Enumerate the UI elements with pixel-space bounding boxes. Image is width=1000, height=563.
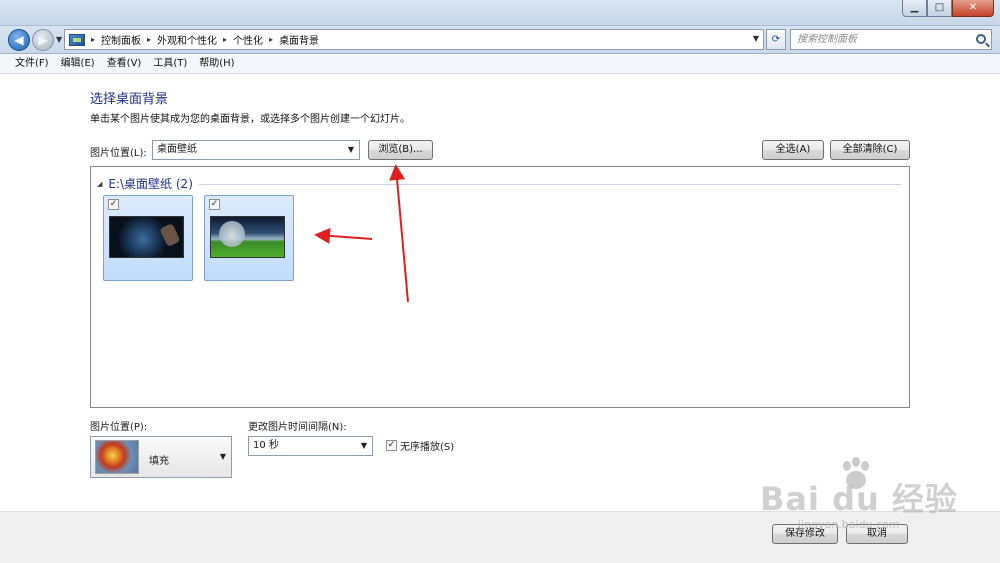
interval-value: 10 秒 (253, 440, 279, 451)
breadcrumb-appearance[interactable]: 外观和个性化 (157, 32, 217, 47)
select-all-button[interactable]: 全选(A) (762, 140, 824, 160)
picture-position-dropdown[interactable]: 填充 ▼ (90, 436, 232, 478)
thumbnail-checkbox[interactable]: ✓ (108, 199, 119, 210)
chevron-down-icon: ▼ (360, 441, 367, 450)
navigation-bar: ◀ ▶ ▼ ▸ 控制面板 ▸ 外观和个性化 ▸ 个性化 ▸ 桌面背景 ▼ ⟳ (0, 26, 1000, 54)
search-icon[interactable] (976, 34, 986, 44)
title-bar: ▁ □ ✕ (0, 0, 1000, 26)
chevron-right-icon[interactable]: ▸ (91, 35, 95, 44)
address-bar[interactable]: ▸ 控制面板 ▸ 外观和个性化 ▸ 个性化 ▸ 桌面背景 ▼ (64, 29, 764, 50)
control-panel-icon (69, 33, 85, 46)
search-input[interactable] (791, 30, 966, 49)
chevron-down-icon: ▼ (219, 452, 226, 461)
refresh-button[interactable]: ⟳ (766, 29, 786, 50)
chevron-right-icon[interactable]: ▸ (269, 35, 273, 44)
main-content: 选择桌面背景 单击某个图片使其成为您的桌面背景，或选择多个图片创建一个幻灯片。 … (0, 74, 1000, 511)
menu-view[interactable]: 查看(V) (101, 54, 148, 73)
thumbnail-checkbox[interactable]: ✓ (209, 199, 220, 210)
picture-position-label: 图片位置(P): (90, 422, 148, 433)
back-button[interactable]: ◀ (8, 29, 30, 51)
baidu-watermark: Bai du 经验 jingyan.baidu.com (760, 456, 960, 546)
interval-dropdown[interactable]: 10 秒 ▼ (248, 436, 373, 456)
menu-file[interactable]: 文件(F) (9, 54, 55, 73)
chevron-right-icon[interactable]: ▸ (223, 35, 227, 44)
clear-all-button[interactable]: 全部清除(C) (830, 140, 910, 160)
picture-location-value: 桌面壁纸 (157, 144, 197, 155)
space-wallpaper-image (109, 216, 184, 258)
gallery-group-header[interactable]: ◢ E:\桌面壁纸 (2) (97, 175, 193, 192)
maximize-button[interactable]: □ (927, 0, 952, 17)
gallery-group-title: E:\桌面壁纸 (2) (108, 177, 193, 191)
page-description: 单击某个图片使其成为您的桌面背景，或选择多个图片创建一个幻灯片。 (90, 114, 410, 125)
shuffle-option[interactable]: ✓ 无序播放(S) (386, 438, 454, 453)
breadcrumb-desktop-background[interactable]: 桌面背景 (279, 32, 319, 47)
group-divider (199, 184, 901, 185)
menu-edit[interactable]: 编辑(E) (55, 54, 101, 73)
interval-label: 更改图片时间间隔(N): (248, 422, 347, 433)
close-button[interactable]: ✕ (952, 0, 994, 17)
recent-pages-icon[interactable]: ▼ (56, 35, 62, 44)
wallpaper-thumbnail[interactable]: ✓ (204, 195, 294, 281)
wallpaper-thumbnail[interactable]: ✓ (103, 195, 193, 281)
chevron-down-icon[interactable]: ▼ (753, 34, 759, 43)
watermark-text: Bai du 经验 (760, 480, 958, 518)
watermark-url: jingyan.baidu.com (798, 518, 900, 531)
planet-field-wallpaper-image (210, 216, 285, 258)
picture-location-dropdown[interactable]: 桌面壁纸 ▼ (152, 140, 360, 160)
minimize-button[interactable]: ▁ (902, 0, 927, 17)
collapse-icon[interactable]: ◢ (97, 180, 102, 188)
chevron-down-icon: ▼ (347, 145, 354, 154)
browse-button[interactable]: 浏览(B)... (368, 140, 433, 160)
picture-location-label: 图片位置(L): (90, 148, 147, 159)
picture-position-value: 填充 (149, 456, 169, 467)
menu-help[interactable]: 帮助(H) (193, 54, 240, 73)
breadcrumb-control-panel[interactable]: 控制面板 (101, 32, 141, 47)
search-box[interactable] (790, 29, 992, 50)
forward-button[interactable]: ▶ (32, 29, 54, 51)
fill-preview-icon (95, 440, 139, 474)
breadcrumb-personalization[interactable]: 个性化 (233, 32, 263, 47)
wallpaper-gallery: ◢ E:\桌面壁纸 (2) ✓ ✓ (90, 166, 910, 408)
shuffle-checkbox[interactable]: ✓ (386, 440, 397, 451)
chevron-right-icon[interactable]: ▸ (147, 35, 151, 44)
window-controls: ▁ □ ✕ (902, 0, 994, 17)
menu-bar: 文件(F) 编辑(E) 查看(V) 工具(T) 帮助(H) (0, 54, 1000, 74)
page-title: 选择桌面背景 (90, 92, 169, 107)
shuffle-label: 无序播放(S) (400, 442, 455, 453)
menu-tools[interactable]: 工具(T) (147, 54, 193, 73)
